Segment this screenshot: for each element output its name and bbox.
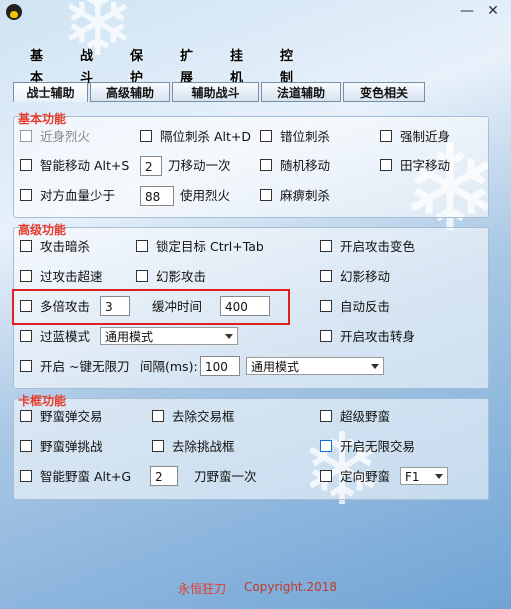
option-label: 超级野蛮 — [340, 409, 391, 424]
checkbox[interactable] — [136, 270, 148, 282]
option-label: 强制近身 — [400, 129, 451, 144]
option-label: 多倍攻击 — [40, 299, 91, 314]
tab-mage-taoist-assist[interactable]: 法道辅助 — [261, 82, 341, 102]
basic-group-title: 基本功能 — [18, 112, 67, 126]
checkbox[interactable] — [20, 470, 32, 482]
option-label: 隔位刺杀 Alt+D — [160, 129, 251, 144]
checkbox[interactable] — [380, 159, 392, 171]
checkbox[interactable] — [320, 330, 332, 342]
chevron-down-icon — [435, 474, 443, 479]
option-label: 随机移动 — [280, 158, 331, 173]
multi-attack-input[interactable]: 3 — [100, 296, 130, 316]
checkbox[interactable] — [320, 300, 332, 312]
title-bar: — ✕ — [0, 0, 511, 24]
checkbox[interactable] — [380, 130, 392, 142]
advanced-group-title: 高级功能 — [18, 223, 67, 237]
option-label: 智能移动 Alt+S — [40, 158, 130, 173]
checkbox[interactable] — [260, 159, 272, 171]
checkbox[interactable] — [20, 410, 32, 422]
smart-savage-count-input[interactable]: 2 — [150, 466, 178, 486]
option-label: 幻影攻击 — [156, 269, 207, 284]
checkbox[interactable] — [320, 470, 332, 482]
smart-move-count-input[interactable]: 2 — [140, 156, 162, 176]
option-label: 过攻击超速 — [40, 269, 103, 284]
select-value: 通用模式 — [251, 360, 300, 374]
close-button[interactable]: ✕ — [482, 2, 504, 20]
option-label: 对方血量少于 — [40, 188, 116, 203]
checkbox[interactable] — [260, 130, 272, 142]
option-label: 开启 ~键无限刀 — [40, 359, 130, 374]
hp-threshold-suffix: 使用烈火 — [180, 188, 231, 203]
tab-warrior-assist[interactable]: 战士辅助 — [13, 82, 88, 102]
interval-input[interactable]: 100 — [200, 356, 240, 376]
card-group-title: 卡框功能 — [18, 394, 67, 408]
menu-basic[interactable]: 基本 — [30, 46, 43, 86]
smart-move-suffix: 刀移动一次 — [168, 158, 231, 173]
option-label: 近身烈火 — [40, 129, 91, 144]
option-label: 幻影移动 — [340, 269, 391, 284]
checkbox[interactable] — [152, 410, 164, 422]
checkbox[interactable] — [20, 240, 32, 252]
checkbox[interactable] — [20, 440, 32, 452]
checkbox[interactable] — [260, 189, 272, 201]
chevron-down-icon — [371, 364, 379, 369]
option-label: 田字移动 — [400, 158, 451, 173]
interval-label: 间隔(ms): — [140, 359, 198, 374]
smart-savage-suffix: 刀野蛮一次 — [194, 469, 257, 484]
option-label: 自动反击 — [340, 299, 391, 314]
blue-mode-select[interactable]: 通用模式 — [100, 327, 238, 345]
option-label: 野蛮弹挑战 — [40, 439, 103, 454]
checkbox[interactable] — [320, 270, 332, 282]
hotkey-select[interactable]: F1 — [400, 467, 448, 485]
option-label: 开启攻击变色 — [340, 239, 416, 254]
checkbox[interactable] — [20, 300, 32, 312]
checkbox[interactable] — [136, 240, 148, 252]
tab-color-change[interactable]: 变色相关 — [343, 82, 425, 102]
option-label: 智能野蛮 Alt+G — [40, 469, 132, 484]
option-label: 开启攻击转身 — [340, 329, 416, 344]
checkbox[interactable] — [320, 240, 332, 252]
menu-extend[interactable]: 扩展 — [180, 46, 193, 86]
checkbox[interactable] — [20, 189, 32, 201]
checkbox[interactable] — [20, 159, 32, 171]
menu-protect[interactable]: 保护 — [130, 46, 143, 86]
buffer-time-input[interactable]: 400 — [220, 296, 270, 316]
menu-control[interactable]: 控制 — [280, 46, 293, 86]
tab-advanced-assist[interactable]: 高级辅助 — [90, 82, 170, 102]
option-label: 攻击暗杀 — [40, 239, 91, 254]
menu-idle[interactable]: 挂机 — [230, 46, 243, 86]
tab-combat-assist[interactable]: 辅助战斗 — [172, 82, 259, 102]
option-label: 定向野蛮 — [340, 469, 391, 484]
footer-copyright: Copyright.2018 — [244, 580, 337, 594]
penguin-icon — [6, 4, 22, 20]
checkbox[interactable] — [320, 410, 332, 422]
checkbox[interactable] — [140, 130, 152, 142]
infinite-mode-select[interactable]: 通用模式 — [246, 357, 384, 375]
checkbox[interactable] — [20, 270, 32, 282]
checkbox[interactable] — [20, 330, 32, 342]
option-label: 锁定目标 Ctrl+Tab — [156, 239, 264, 254]
option-label: 过蓝模式 — [40, 329, 91, 344]
option-label: 开启无限交易 — [340, 439, 416, 454]
option-label: 错位刺杀 — [280, 129, 331, 144]
chevron-down-icon — [225, 334, 233, 339]
option-label: 野蛮弹交易 — [40, 409, 103, 424]
checkbox[interactable] — [152, 440, 164, 452]
select-value: F1 — [405, 470, 420, 484]
hp-threshold-input[interactable]: 88 — [140, 186, 174, 206]
option-label: 去除交易框 — [172, 409, 235, 424]
checkbox[interactable] — [20, 360, 32, 372]
minimize-button[interactable]: — — [456, 2, 478, 20]
buffer-time-label: 缓冲时间 — [152, 299, 203, 314]
option-label: 去除挑战框 — [172, 439, 235, 454]
checkbox[interactable] — [320, 440, 332, 452]
checkbox[interactable] — [20, 130, 32, 142]
menu-combat[interactable]: 战斗 — [80, 46, 93, 86]
select-value: 通用模式 — [105, 330, 154, 344]
footer-brand: 永恒狂刀 — [178, 582, 227, 596]
option-label: 麻痹刺杀 — [280, 188, 331, 203]
